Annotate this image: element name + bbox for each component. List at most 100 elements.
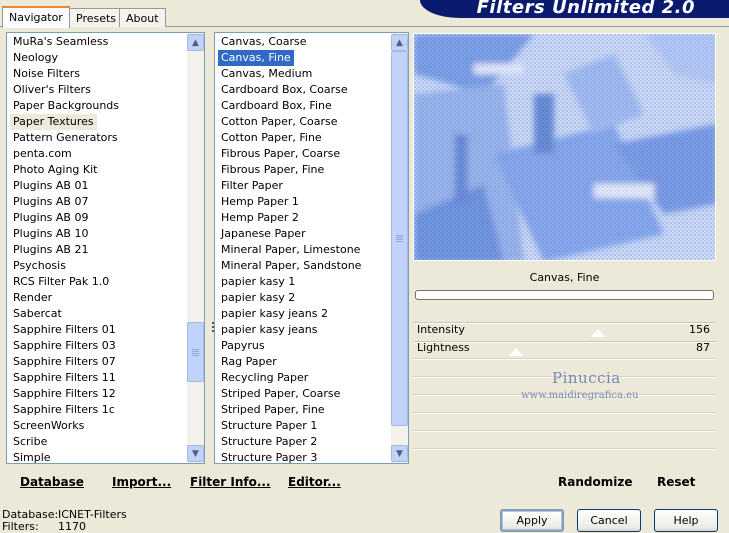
reset-button[interactable]: Reset xyxy=(657,474,695,490)
category-list-item[interactable]: Noise Filters xyxy=(7,66,187,82)
filter-scrollbar[interactable]: ▲ ▼ xyxy=(391,33,408,463)
category-list[interactable]: MuRa's Seamless Neology Noise Filters Olive… xyxy=(6,32,205,464)
filter-list-item[interactable]: Mineral Paper, Sandstone xyxy=(215,258,391,274)
lightness-value: 87 xyxy=(696,341,710,354)
category-list-item[interactable]: Sapphire Filters 01 xyxy=(7,322,187,338)
filter-list-item[interactable]: Japanese Paper xyxy=(215,226,391,242)
empty-slider-8 xyxy=(413,448,716,450)
category-list-item[interactable]: Plugins AB 09 xyxy=(7,210,187,226)
intensity-label: Intensity xyxy=(417,323,465,336)
category-list-item[interactable]: Sapphire Filters 03 xyxy=(7,338,187,354)
filter-list-item[interactable]: Hemp Paper 1 xyxy=(215,194,391,210)
list-item-label: Scribe xyxy=(13,435,48,448)
category-list-item[interactable]: Sapphire Filters 07 xyxy=(7,354,187,370)
tab-about[interactable]: About xyxy=(119,8,166,27)
filter-list[interactable]: Canvas, Coarse Canvas, Fine Canvas, Medium… xyxy=(214,32,409,464)
scroll-down-icon[interactable]: ▼ xyxy=(391,445,408,462)
category-list-item[interactable]: Sapphire Filters 11 xyxy=(7,370,187,386)
category-list-item[interactable]: penta.com xyxy=(7,146,187,162)
category-list-item[interactable]: Paper Backgrounds xyxy=(7,98,187,114)
category-list-item[interactable]: Plugins AB 21 xyxy=(7,242,187,258)
category-scroll-thumb[interactable] xyxy=(187,322,204,382)
app-banner: Filters Unlimited 2.0 xyxy=(420,0,729,18)
category-list-item[interactable]: Render xyxy=(7,290,187,306)
cancel-button[interactable]: Cancel xyxy=(577,509,641,532)
filter-list-item[interactable]: Hemp Paper 2 xyxy=(215,210,391,226)
status-filters-label: Filters: xyxy=(2,520,39,533)
filter-list-item[interactable]: Structure Paper 2 xyxy=(215,434,391,450)
filter-list-item[interactable]: papier kasy jeans 2 xyxy=(215,306,391,322)
list-item-label: Mineral Paper, Limestone xyxy=(221,243,361,256)
list-item-label: Fibrous Paper, Fine xyxy=(221,163,325,176)
database-button[interactable]: Database xyxy=(20,474,84,490)
filter-list-item[interactable]: papier kasy jeans xyxy=(215,322,391,338)
filter-list-item[interactable]: papier kasy 2 xyxy=(215,290,391,306)
intensity-row[interactable]: Intensity 156 xyxy=(413,321,716,339)
filter-list-item[interactable]: Recycling Paper xyxy=(215,370,391,386)
list-item-label: Hemp Paper 2 xyxy=(221,211,299,224)
list-item-label: Mineral Paper, Sandstone xyxy=(221,259,362,272)
filter-info-button[interactable]: Filter Info... xyxy=(190,474,271,490)
tab-navigator[interactable]: Navigator xyxy=(2,6,70,28)
filter-list-item[interactable]: Structure Paper 1 xyxy=(215,418,391,434)
category-list-item[interactable]: Photo Aging Kit xyxy=(7,162,187,178)
category-list-item[interactable]: MuRa's Seamless xyxy=(7,34,187,50)
category-list-item[interactable]: Plugins AB 07 xyxy=(7,194,187,210)
category-list-item[interactable]: Paper Textures xyxy=(7,114,187,130)
filter-list-item[interactable]: Mineral Paper, Limestone xyxy=(215,242,391,258)
filter-list-item[interactable]: Canvas, Medium xyxy=(215,66,391,82)
category-scrollbar[interactable]: ▲ ▼ xyxy=(187,33,204,463)
filter-list-item[interactable]: Rag Paper xyxy=(215,354,391,370)
category-list-item[interactable]: Plugins AB 10 xyxy=(7,226,187,242)
empty-slider-7 xyxy=(413,430,716,432)
filter-list-item[interactable]: papier kasy 1 xyxy=(215,274,391,290)
list-item-label: papier kasy 2 xyxy=(221,291,296,304)
help-button[interactable]: Help xyxy=(654,509,718,532)
list-item-label: Sabercat xyxy=(13,307,62,320)
filter-list-item[interactable]: Canvas, Coarse xyxy=(215,34,391,50)
lightness-label: Lightness xyxy=(417,341,470,354)
category-list-item[interactable]: Scribe xyxy=(7,434,187,450)
randomize-button[interactable]: Randomize xyxy=(558,474,632,490)
category-list-item[interactable]: Simple xyxy=(7,450,187,463)
category-list-item[interactable]: Pattern Generators xyxy=(7,130,187,146)
category-list-item[interactable]: Sapphire Filters 1c xyxy=(7,402,187,418)
category-list-item[interactable]: Plugins AB 01 xyxy=(7,178,187,194)
category-list-item[interactable]: Neology xyxy=(7,50,187,66)
category-list-item[interactable]: Psychosis xyxy=(7,258,187,274)
list-item-label: Noise Filters xyxy=(13,67,80,80)
import-button[interactable]: Import... xyxy=(112,474,171,490)
list-item-label: papier kasy jeans xyxy=(221,323,318,336)
filter-list-item[interactable]: Structure Paper 3 xyxy=(215,450,391,463)
list-item-label: Paper Textures xyxy=(10,114,97,130)
filter-list-item[interactable]: Canvas, Fine xyxy=(215,50,391,66)
filter-list-item[interactable]: Cotton Paper, Fine xyxy=(215,130,391,146)
tab-about-label: About xyxy=(126,12,159,25)
filter-list-item[interactable]: Filter Paper xyxy=(215,178,391,194)
scroll-up-icon[interactable]: ▲ xyxy=(391,34,408,51)
filter-list-item[interactable]: Cardboard Box, Fine xyxy=(215,98,391,114)
list-item-label: Photo Aging Kit xyxy=(13,163,98,176)
editor-button[interactable]: Editor... xyxy=(288,474,341,490)
filter-list-item[interactable]: Striped Paper, Fine xyxy=(215,402,391,418)
category-list-item[interactable]: Sapphire Filters 12 xyxy=(7,386,187,402)
scroll-up-icon[interactable]: ▲ xyxy=(187,34,204,51)
list-item-label: Sapphire Filters 07 xyxy=(13,355,116,368)
preview-caption: Canvas, Fine xyxy=(529,271,600,284)
filter-list-item[interactable]: Cardboard Box, Coarse xyxy=(215,82,391,98)
filter-list-item[interactable]: Fibrous Paper, Coarse xyxy=(215,146,391,162)
filter-scroll-thumb[interactable] xyxy=(391,51,408,426)
category-list-item[interactable]: Oliver's Filters xyxy=(7,82,187,98)
category-list-item[interactable]: RCS Filter Pak 1.0 xyxy=(7,274,187,290)
filter-list-item[interactable]: Fibrous Paper, Fine xyxy=(215,162,391,178)
list-item-label: Sapphire Filters 01 xyxy=(13,323,116,336)
apply-button[interactable]: Apply xyxy=(500,509,564,532)
tab-presets[interactable]: Presets xyxy=(69,8,124,27)
filter-list-item[interactable]: Papyrus xyxy=(215,338,391,354)
category-list-item[interactable]: ScreenWorks xyxy=(7,418,187,434)
filter-list-item[interactable]: Cotton Paper, Coarse xyxy=(215,114,391,130)
scroll-down-icon[interactable]: ▼ xyxy=(187,445,204,462)
category-list-item[interactable]: Sabercat xyxy=(7,306,187,322)
filter-list-item[interactable]: Striped Paper, Coarse xyxy=(215,386,391,402)
lightness-row[interactable]: Lightness 87 xyxy=(413,339,716,357)
